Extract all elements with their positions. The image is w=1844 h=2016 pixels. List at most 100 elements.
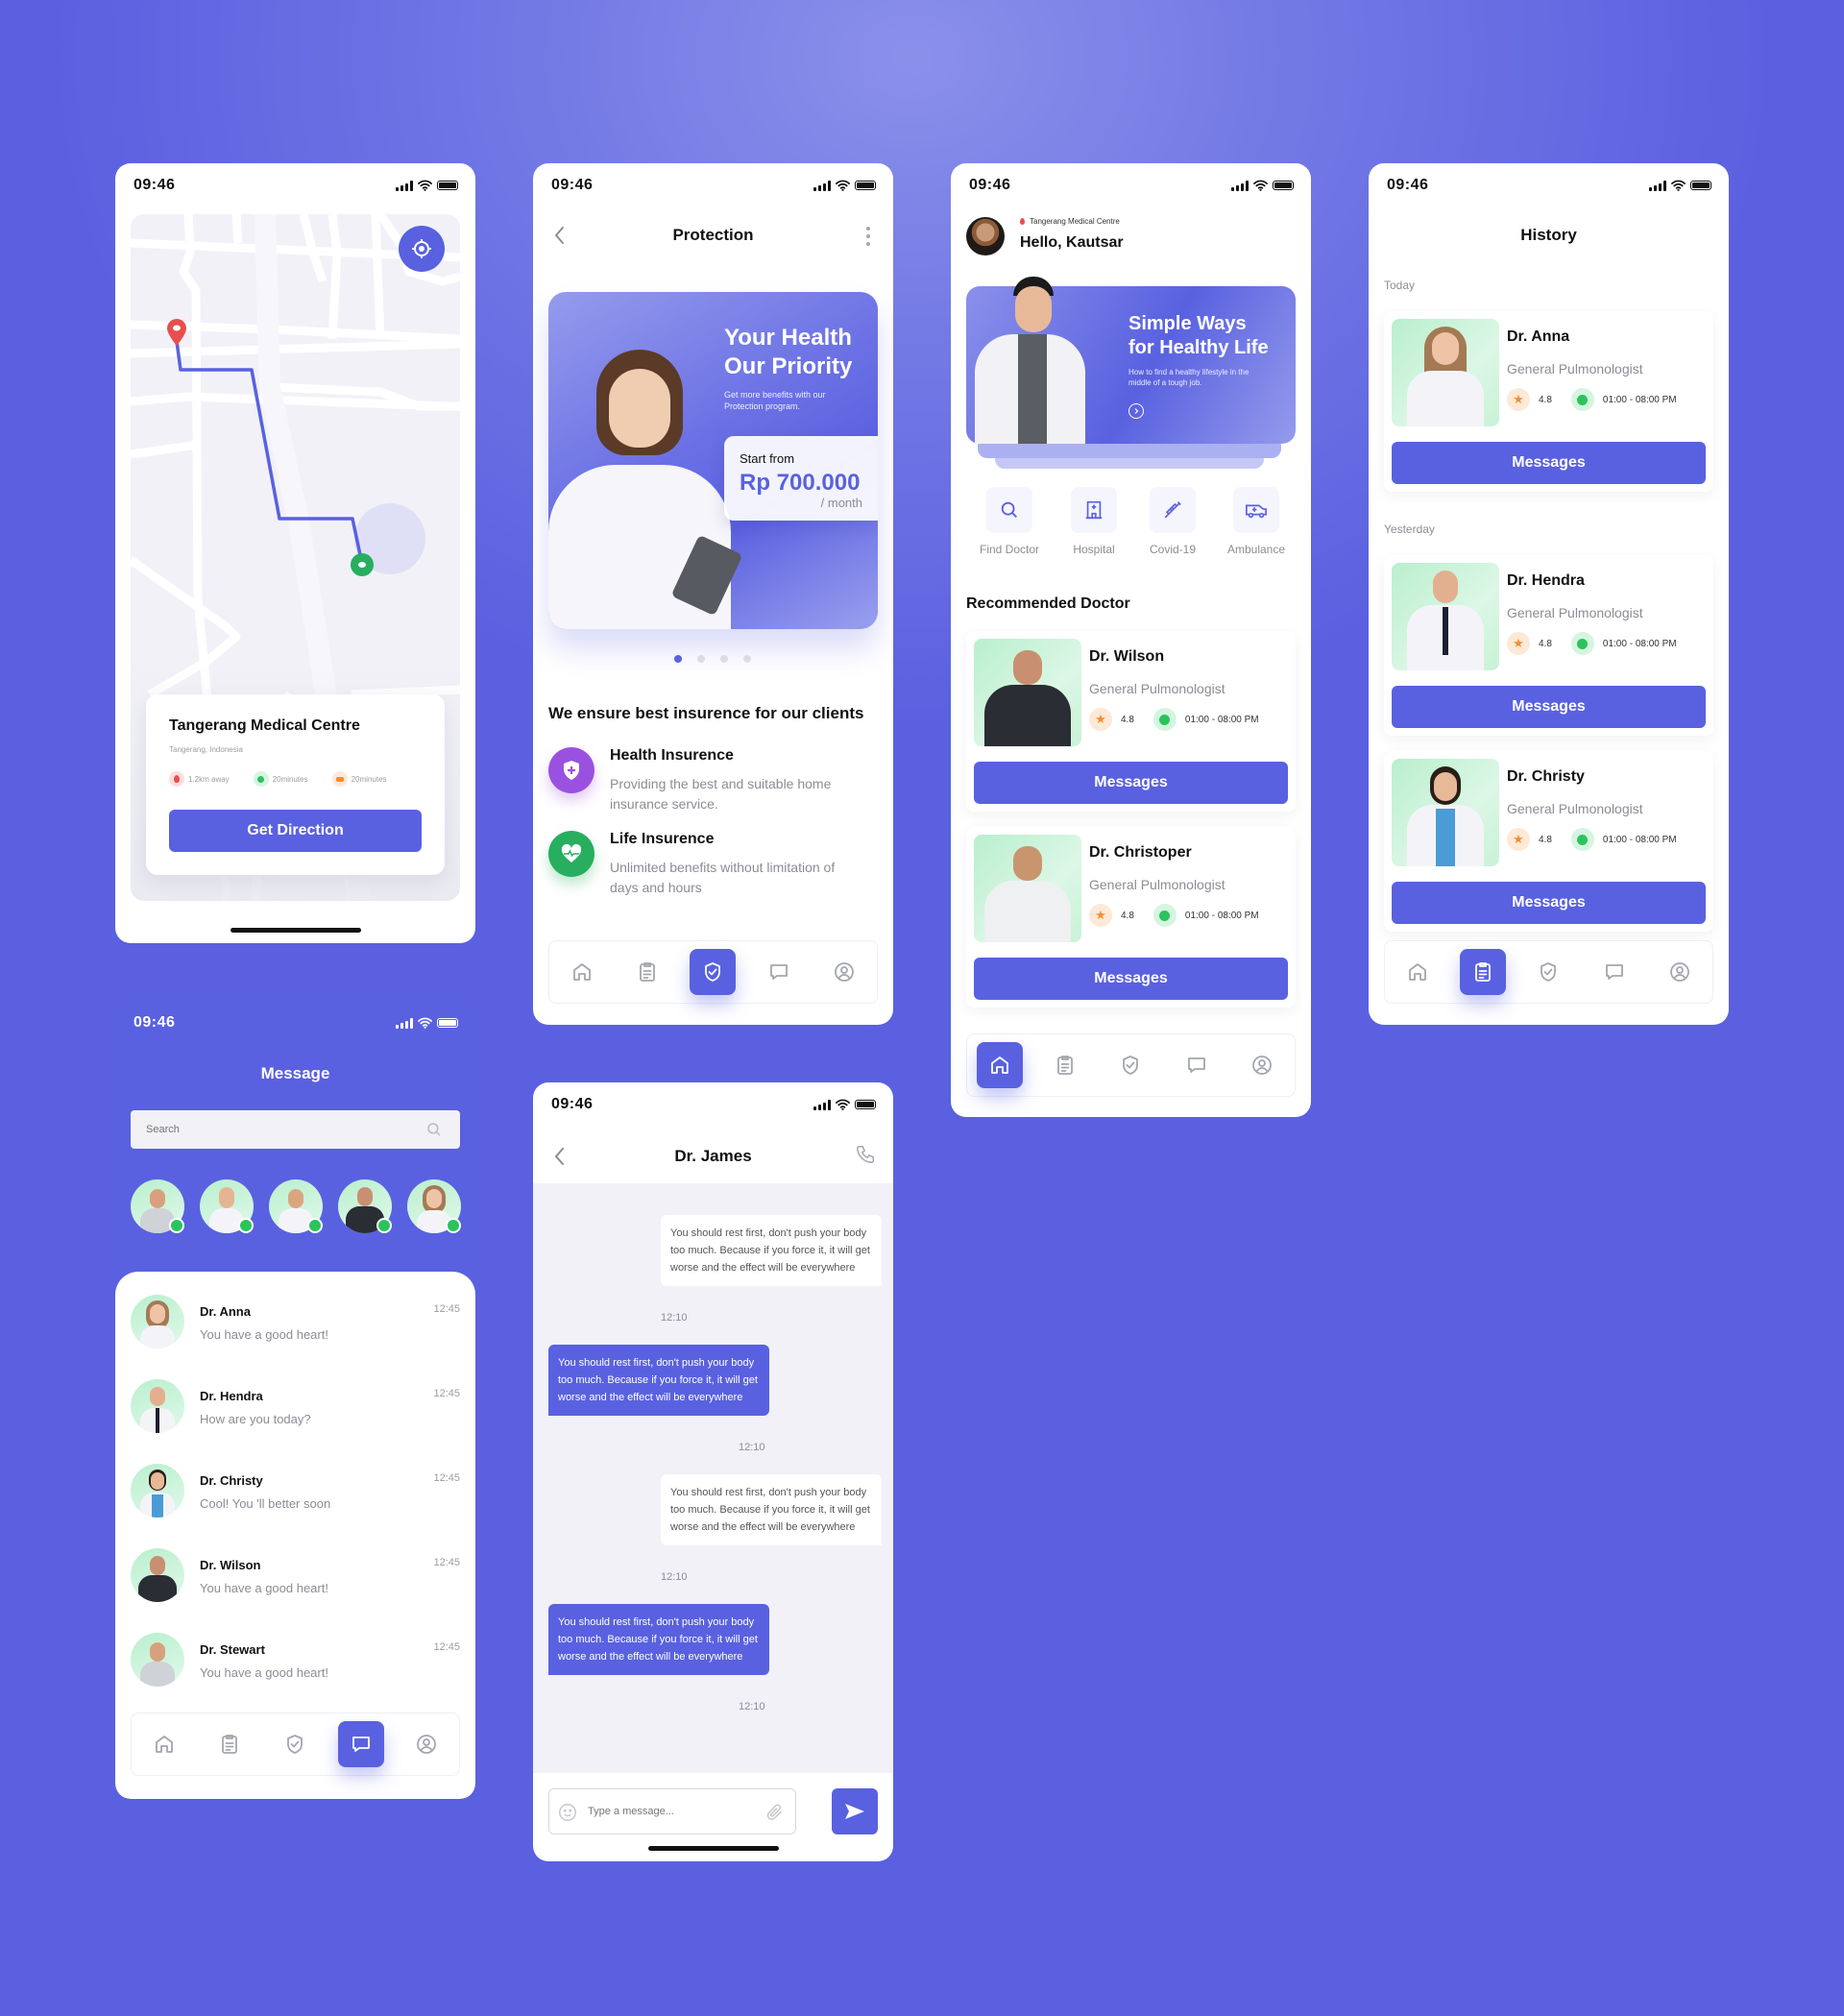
search-field[interactable] — [131, 1110, 460, 1149]
conversation-item[interactable]: Dr. Christy Cool! You 'll better soon 12… — [131, 1464, 460, 1521]
car-icon — [331, 771, 348, 787]
nav-profile[interactable] — [403, 1721, 449, 1767]
banner-arrow-button[interactable] — [1128, 403, 1144, 419]
nav-history[interactable] — [206, 1721, 253, 1767]
page-title: Protection — [672, 226, 754, 244]
conversation-item[interactable]: Dr. Stewart You have a good heart! 12:45 — [131, 1633, 460, 1690]
nav-profile[interactable] — [1657, 949, 1703, 995]
doctor-meta: ★ 4.8 01:00 - 08:00 PM — [1507, 632, 1677, 655]
nav-profile[interactable] — [1239, 1042, 1285, 1088]
avatar — [131, 1548, 184, 1602]
star-icon: ★ — [1507, 828, 1530, 851]
status-icons — [813, 1099, 876, 1110]
status-time: 09:46 — [1387, 177, 1429, 193]
conversation-name: Dr. Christy — [200, 1473, 263, 1488]
category-covid[interactable]: Covid-19 — [1129, 487, 1216, 556]
nav-messages[interactable] — [756, 949, 802, 995]
message-time: 12:10 — [739, 1442, 765, 1453]
doctor-specialty: General Pulmonologist — [1089, 877, 1225, 892]
status-icons — [396, 180, 458, 191]
wifi-icon — [836, 180, 850, 191]
nav-history[interactable] — [624, 949, 670, 995]
doctor-name: Dr. Anna — [1507, 328, 1570, 345]
message-input[interactable] — [588, 1789, 761, 1834]
wifi-icon — [418, 1017, 432, 1029]
feature-description: Unlimited benefits without limitation of… — [610, 860, 836, 895]
nav-home[interactable] — [141, 1721, 187, 1767]
conversation-time: 12:45 — [433, 1303, 460, 1315]
chat-icon — [769, 964, 788, 980]
doctor-card: Dr. Christoper General Pulmonologist ★ 4… — [966, 827, 1296, 1008]
doctor-name: Dr. Wilson — [1089, 648, 1165, 665]
nav-home[interactable] — [977, 1042, 1024, 1088]
nav-messages[interactable] — [1174, 1042, 1220, 1088]
star-icon: ★ — [1089, 708, 1112, 731]
rating: 4.8 — [1539, 394, 1552, 405]
category-ambulance[interactable]: Ambulance — [1213, 487, 1299, 556]
doctor-photo — [1392, 563, 1499, 670]
nav-messages[interactable] — [337, 1721, 384, 1767]
nav-home[interactable] — [559, 949, 605, 995]
nav-home[interactable] — [1395, 949, 1441, 995]
hours: 01:00 - 08:00 PM — [1602, 638, 1677, 649]
carousel-dot[interactable] — [743, 655, 751, 663]
chevron-right-icon — [1134, 408, 1139, 414]
nav-protection[interactable] — [272, 1721, 318, 1767]
nav-messages[interactable] — [1591, 949, 1638, 995]
get-direction-button[interactable]: Get Direction — [169, 810, 422, 852]
messages-button[interactable]: Messages — [1392, 442, 1706, 484]
location-row[interactable]: Tangerang Medical Centre — [1020, 217, 1120, 226]
locate-me-button[interactable] — [399, 226, 445, 272]
carousel-dot[interactable] — [697, 655, 705, 663]
avatar — [131, 1295, 184, 1348]
user-avatar[interactable] — [966, 217, 1005, 255]
conversation-item[interactable]: Dr. Wilson You have a good heart! 12:45 — [131, 1548, 460, 1606]
destination-pin-icon — [165, 318, 188, 352]
messages-button[interactable]: Messages — [974, 762, 1288, 804]
home-icon — [1409, 963, 1426, 981]
attachment-icon[interactable] — [764, 1802, 786, 1823]
nav-protection[interactable] — [1525, 949, 1571, 995]
user-circle-icon — [1251, 1056, 1272, 1075]
avatar — [131, 1633, 184, 1687]
emoji-icon[interactable] — [557, 1802, 578, 1823]
messages-button[interactable]: Messages — [974, 958, 1288, 1000]
phone-icon — [857, 1146, 874, 1163]
messages-button[interactable]: Messages — [1392, 686, 1706, 728]
price-value: Rp 700.000 — [740, 470, 861, 496]
message-time: 12:10 — [661, 1312, 688, 1324]
send-button[interactable] — [832, 1788, 878, 1834]
avatar — [131, 1464, 184, 1518]
shield-check-icon — [1541, 962, 1557, 982]
nav-profile[interactable] — [821, 949, 867, 995]
category-find-doctor[interactable]: Find Doctor — [966, 487, 1053, 556]
carousel-dot[interactable] — [720, 655, 728, 663]
conversation-item[interactable]: Dr. Anna You have a good heart! 12:45 — [131, 1295, 460, 1352]
category-hospital[interactable]: Hospital — [1051, 487, 1137, 556]
online-status-dot — [446, 1218, 461, 1233]
promo-banner[interactable]: Your Health Our Priority Get more benefi… — [548, 292, 878, 629]
nav-history[interactable] — [1042, 1042, 1088, 1088]
online-status-dot — [376, 1218, 392, 1233]
signal-icon — [813, 1099, 831, 1110]
nav-protection[interactable] — [690, 949, 737, 995]
feature-health[interactable]: Health Insurence Providing the best and … — [548, 745, 875, 822]
messages-button[interactable]: Messages — [1392, 882, 1706, 924]
conversation-item[interactable]: Dr. Hendra How are you today? 12:45 — [131, 1379, 460, 1437]
call-button[interactable] — [855, 1144, 878, 1167]
carousel-dot-active[interactable] — [674, 655, 682, 663]
signal-icon — [396, 1017, 413, 1029]
shield-check-icon — [1123, 1056, 1139, 1075]
more-options-button[interactable] — [866, 227, 872, 246]
message-composer — [548, 1788, 796, 1834]
search-icon[interactable] — [425, 1121, 443, 1138]
message-time: 12:10 — [661, 1571, 688, 1583]
nav-history[interactable] — [1460, 949, 1507, 995]
headline-line-2: for Healthy Life — [1128, 337, 1269, 358]
nav-protection[interactable] — [1107, 1042, 1153, 1088]
search-input[interactable] — [146, 1110, 415, 1149]
feature-life[interactable]: Life Insurence Unlimited benefits withou… — [548, 829, 875, 906]
price-card: Start from Rp 700.000 / month — [724, 436, 878, 521]
clipboard-icon — [640, 962, 656, 982]
conversation-time: 12:45 — [433, 1472, 460, 1484]
